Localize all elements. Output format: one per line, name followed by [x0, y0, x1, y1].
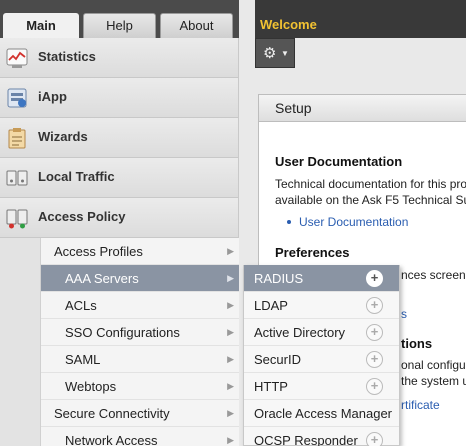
flyout-item-label: RADIUS: [254, 271, 304, 286]
flyout-item-label: LDAP: [254, 298, 288, 313]
flyout-item-ldap[interactable]: LDAP +: [244, 292, 399, 319]
aaa-servers-flyout: RADIUS + LDAP + Active Directory + Secur…: [243, 265, 400, 446]
submenu-item-secure-connectivity[interactable]: Secure Connectivity ▶: [41, 400, 240, 427]
top-tabs: Main Help About: [0, 0, 239, 38]
local-traffic-icon: [6, 170, 28, 186]
sidebar-item-label: iApp: [38, 89, 67, 104]
submenu-item-label: ACLs: [65, 298, 97, 313]
submenu-item-network-access[interactable]: Network Access ▶: [41, 427, 240, 446]
sidebar-item-label: Access Policy: [38, 209, 126, 224]
preferences-text: nces screen,: [401, 268, 466, 282]
configuration-text: onal configu: [401, 358, 466, 372]
submenu-item-webtops[interactable]: Webtops ▶: [41, 373, 240, 400]
submenu-item-label: Access Profiles: [54, 244, 143, 259]
sidebar-item-statistics[interactable]: Statistics: [0, 38, 238, 78]
submenu-item-acls[interactable]: ACLs ▶: [41, 292, 240, 319]
user-documentation-text: Technical documentation for this pro: [275, 177, 466, 191]
chevron-right-icon: ▶: [227, 327, 234, 337]
add-icon[interactable]: +: [366, 297, 383, 314]
flyout-item-securid[interactable]: SecurID +: [244, 346, 399, 373]
preferences-heading: Preferences: [275, 245, 350, 260]
chevron-right-icon: ▶: [227, 435, 234, 445]
submenu-item-label: Network Access: [65, 433, 158, 446]
configuration-heading: tions: [401, 336, 433, 351]
preferences-link[interactable]: s: [401, 307, 407, 321]
flyout-item-active-directory[interactable]: Active Directory +: [244, 319, 399, 346]
sidebar: Main Help About Statistics iApp Wizards: [0, 0, 240, 446]
flyout-item-http[interactable]: HTTP +: [244, 373, 399, 400]
chevron-right-icon: ▶: [227, 273, 234, 283]
flyout-item-ocsp-responder[interactable]: OCSP Responder +: [244, 427, 399, 446]
submenu-item-access-profiles[interactable]: Access Profiles ▶: [41, 238, 240, 265]
gear-icon: ⚙: [263, 45, 277, 62]
setup-panel-header: Setup: [258, 94, 466, 122]
sidebar-item-iapp[interactable]: iApp: [0, 78, 238, 118]
certificate-link[interactable]: rtificate: [401, 398, 440, 412]
access-policy-icon: [6, 209, 28, 229]
chevron-right-icon: ▶: [227, 246, 234, 256]
chevron-right-icon: ▶: [227, 381, 234, 391]
user-documentation-heading: User Documentation: [275, 154, 403, 169]
chevron-right-icon: ▶: [227, 408, 234, 418]
setup-title: Setup: [275, 100, 312, 116]
settings-menu-button[interactable]: ⚙ ▼: [255, 38, 295, 68]
submenu-item-sso-configurations[interactable]: SSO Configurations ▶: [41, 319, 240, 346]
statistics-icon: [6, 48, 28, 68]
header-bar: Welcome: [255, 0, 466, 38]
add-icon[interactable]: +: [366, 351, 383, 368]
chevron-right-icon: ▶: [227, 300, 234, 310]
flyout-item-label: HTTP: [254, 379, 288, 394]
submenu-item-label: SSO Configurations: [65, 325, 180, 340]
flyout-item-label: OCSP Responder: [254, 433, 358, 446]
user-documentation-text: available on the Ask F5 Technical Su: [275, 193, 466, 207]
sidebar-item-label: Local Traffic: [38, 169, 115, 184]
add-icon[interactable]: +: [366, 324, 383, 341]
sidebar-item-local-traffic[interactable]: Local Traffic: [0, 158, 238, 198]
submenu-item-label: Webtops: [65, 379, 117, 394]
sidebar-item-access-policy[interactable]: Access Policy: [0, 198, 238, 238]
flyout-item-radius[interactable]: RADIUS +: [244, 265, 399, 292]
add-icon[interactable]: +: [366, 378, 383, 395]
add-icon[interactable]: +: [366, 432, 383, 446]
add-icon[interactable]: +: [366, 270, 383, 287]
welcome-title: Welcome: [260, 17, 317, 32]
sidebar-item-wizards[interactable]: Wizards: [0, 118, 238, 158]
tab-help[interactable]: Help: [83, 13, 156, 38]
bullet-icon: [287, 220, 291, 224]
access-policy-submenu: Access Profiles ▶ AAA Servers ▶ ACLs ▶ S…: [40, 238, 240, 446]
submenu-item-label: Secure Connectivity: [54, 406, 170, 421]
submenu-item-label: AAA Servers: [65, 271, 139, 286]
sidebar-item-label: Statistics: [38, 49, 96, 64]
submenu-item-saml[interactable]: SAML ▶: [41, 346, 240, 373]
tab-about[interactable]: About: [160, 13, 233, 38]
user-documentation-link[interactable]: User Documentation: [299, 215, 408, 229]
configuration-text: the system u: [401, 374, 466, 388]
flyout-item-oracle-access-manager[interactable]: Oracle Access Manager: [244, 400, 399, 427]
submenu-item-aaa-servers[interactable]: AAA Servers ▶: [41, 265, 240, 292]
sidebar-item-label: Wizards: [38, 129, 88, 144]
tab-main[interactable]: Main: [3, 13, 79, 38]
flyout-item-label: Active Directory: [254, 325, 346, 340]
flyout-item-label: SecurID: [254, 352, 301, 367]
flyout-item-label: Oracle Access Manager: [254, 406, 393, 421]
iapp-icon: [7, 88, 27, 108]
submenu-item-label: SAML: [65, 352, 101, 367]
caret-down-icon: ▼: [281, 49, 289, 58]
wizards-icon: [8, 128, 26, 149]
chevron-right-icon: ▶: [227, 354, 234, 364]
